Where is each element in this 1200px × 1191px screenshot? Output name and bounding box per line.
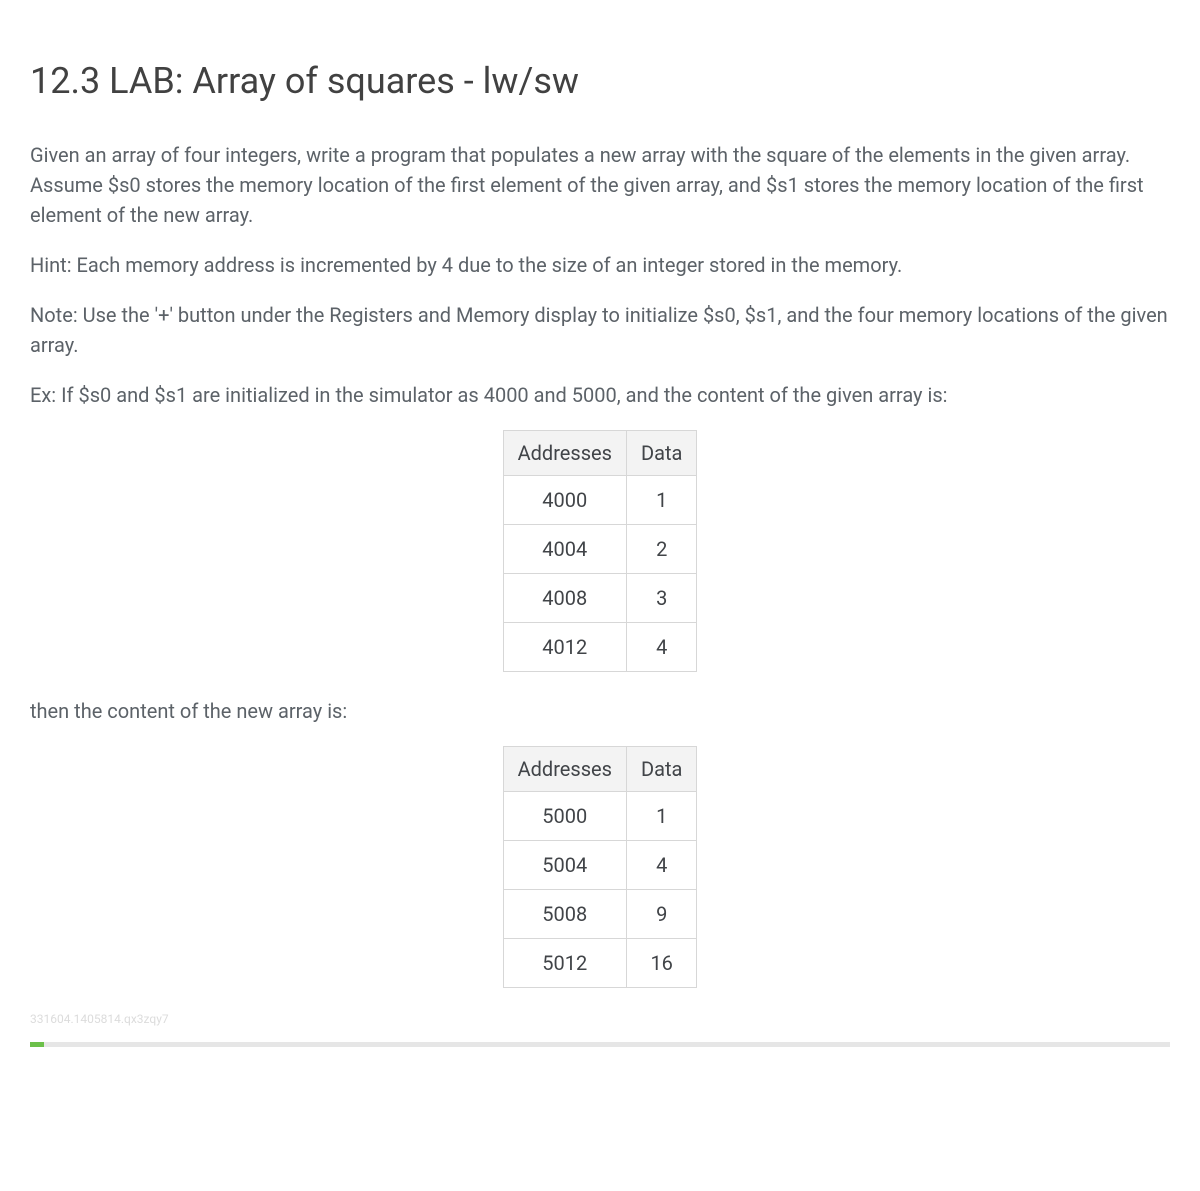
- new-array-table: Addresses Data 5000 1 5004 4 5008 9 5012…: [503, 746, 698, 988]
- page-title: 12.3 LAB: Array of squares - lw/sw: [30, 60, 1170, 102]
- progress-bar: [30, 1042, 1170, 1047]
- progress-fill: [30, 1042, 44, 1047]
- intro-paragraph: Given an array of four integers, write a…: [30, 140, 1170, 230]
- cell-address: 4000: [503, 476, 626, 525]
- cell-data: 4: [626, 841, 696, 890]
- table-row: 4012 4: [503, 623, 697, 672]
- given-array-table: Addresses Data 4000 1 4004 2 4008 3 4012…: [503, 430, 698, 672]
- cell-address: 5000: [503, 792, 626, 841]
- table-row: 4008 3: [503, 574, 697, 623]
- hint-paragraph: Hint: Each memory address is incremented…: [30, 250, 1170, 280]
- cell-data: 4: [626, 623, 696, 672]
- cell-data: 1: [626, 792, 696, 841]
- cell-data: 16: [626, 939, 696, 988]
- table-row: 5008 9: [503, 890, 697, 939]
- cell-data: 2: [626, 525, 696, 574]
- cell-data: 3: [626, 574, 696, 623]
- result-intro-paragraph: then the content of the new array is:: [30, 696, 1170, 726]
- cell-data: 1: [626, 476, 696, 525]
- table-header-data: Data: [626, 431, 696, 476]
- cell-address: 4004: [503, 525, 626, 574]
- watermark-id: 331604.1405814.qx3zqy7: [30, 1012, 1170, 1026]
- cell-address: 5004: [503, 841, 626, 890]
- cell-address: 4012: [503, 623, 626, 672]
- cell-address: 5008: [503, 890, 626, 939]
- table-header-addresses: Addresses: [503, 747, 626, 792]
- table-row: 5012 16: [503, 939, 697, 988]
- cell-address: 4008: [503, 574, 626, 623]
- table-header-data: Data: [626, 747, 696, 792]
- table-row: 5004 4: [503, 841, 697, 890]
- cell-data: 9: [626, 890, 696, 939]
- cell-address: 5012: [503, 939, 626, 988]
- table-row: 4004 2: [503, 525, 697, 574]
- table-row: 5000 1: [503, 792, 697, 841]
- example-intro-paragraph: Ex: If $s0 and $s1 are initialized in th…: [30, 380, 1170, 410]
- table-row: 4000 1: [503, 476, 697, 525]
- table-header-addresses: Addresses: [503, 431, 626, 476]
- note-paragraph: Note: Use the '+' button under the Regis…: [30, 300, 1170, 360]
